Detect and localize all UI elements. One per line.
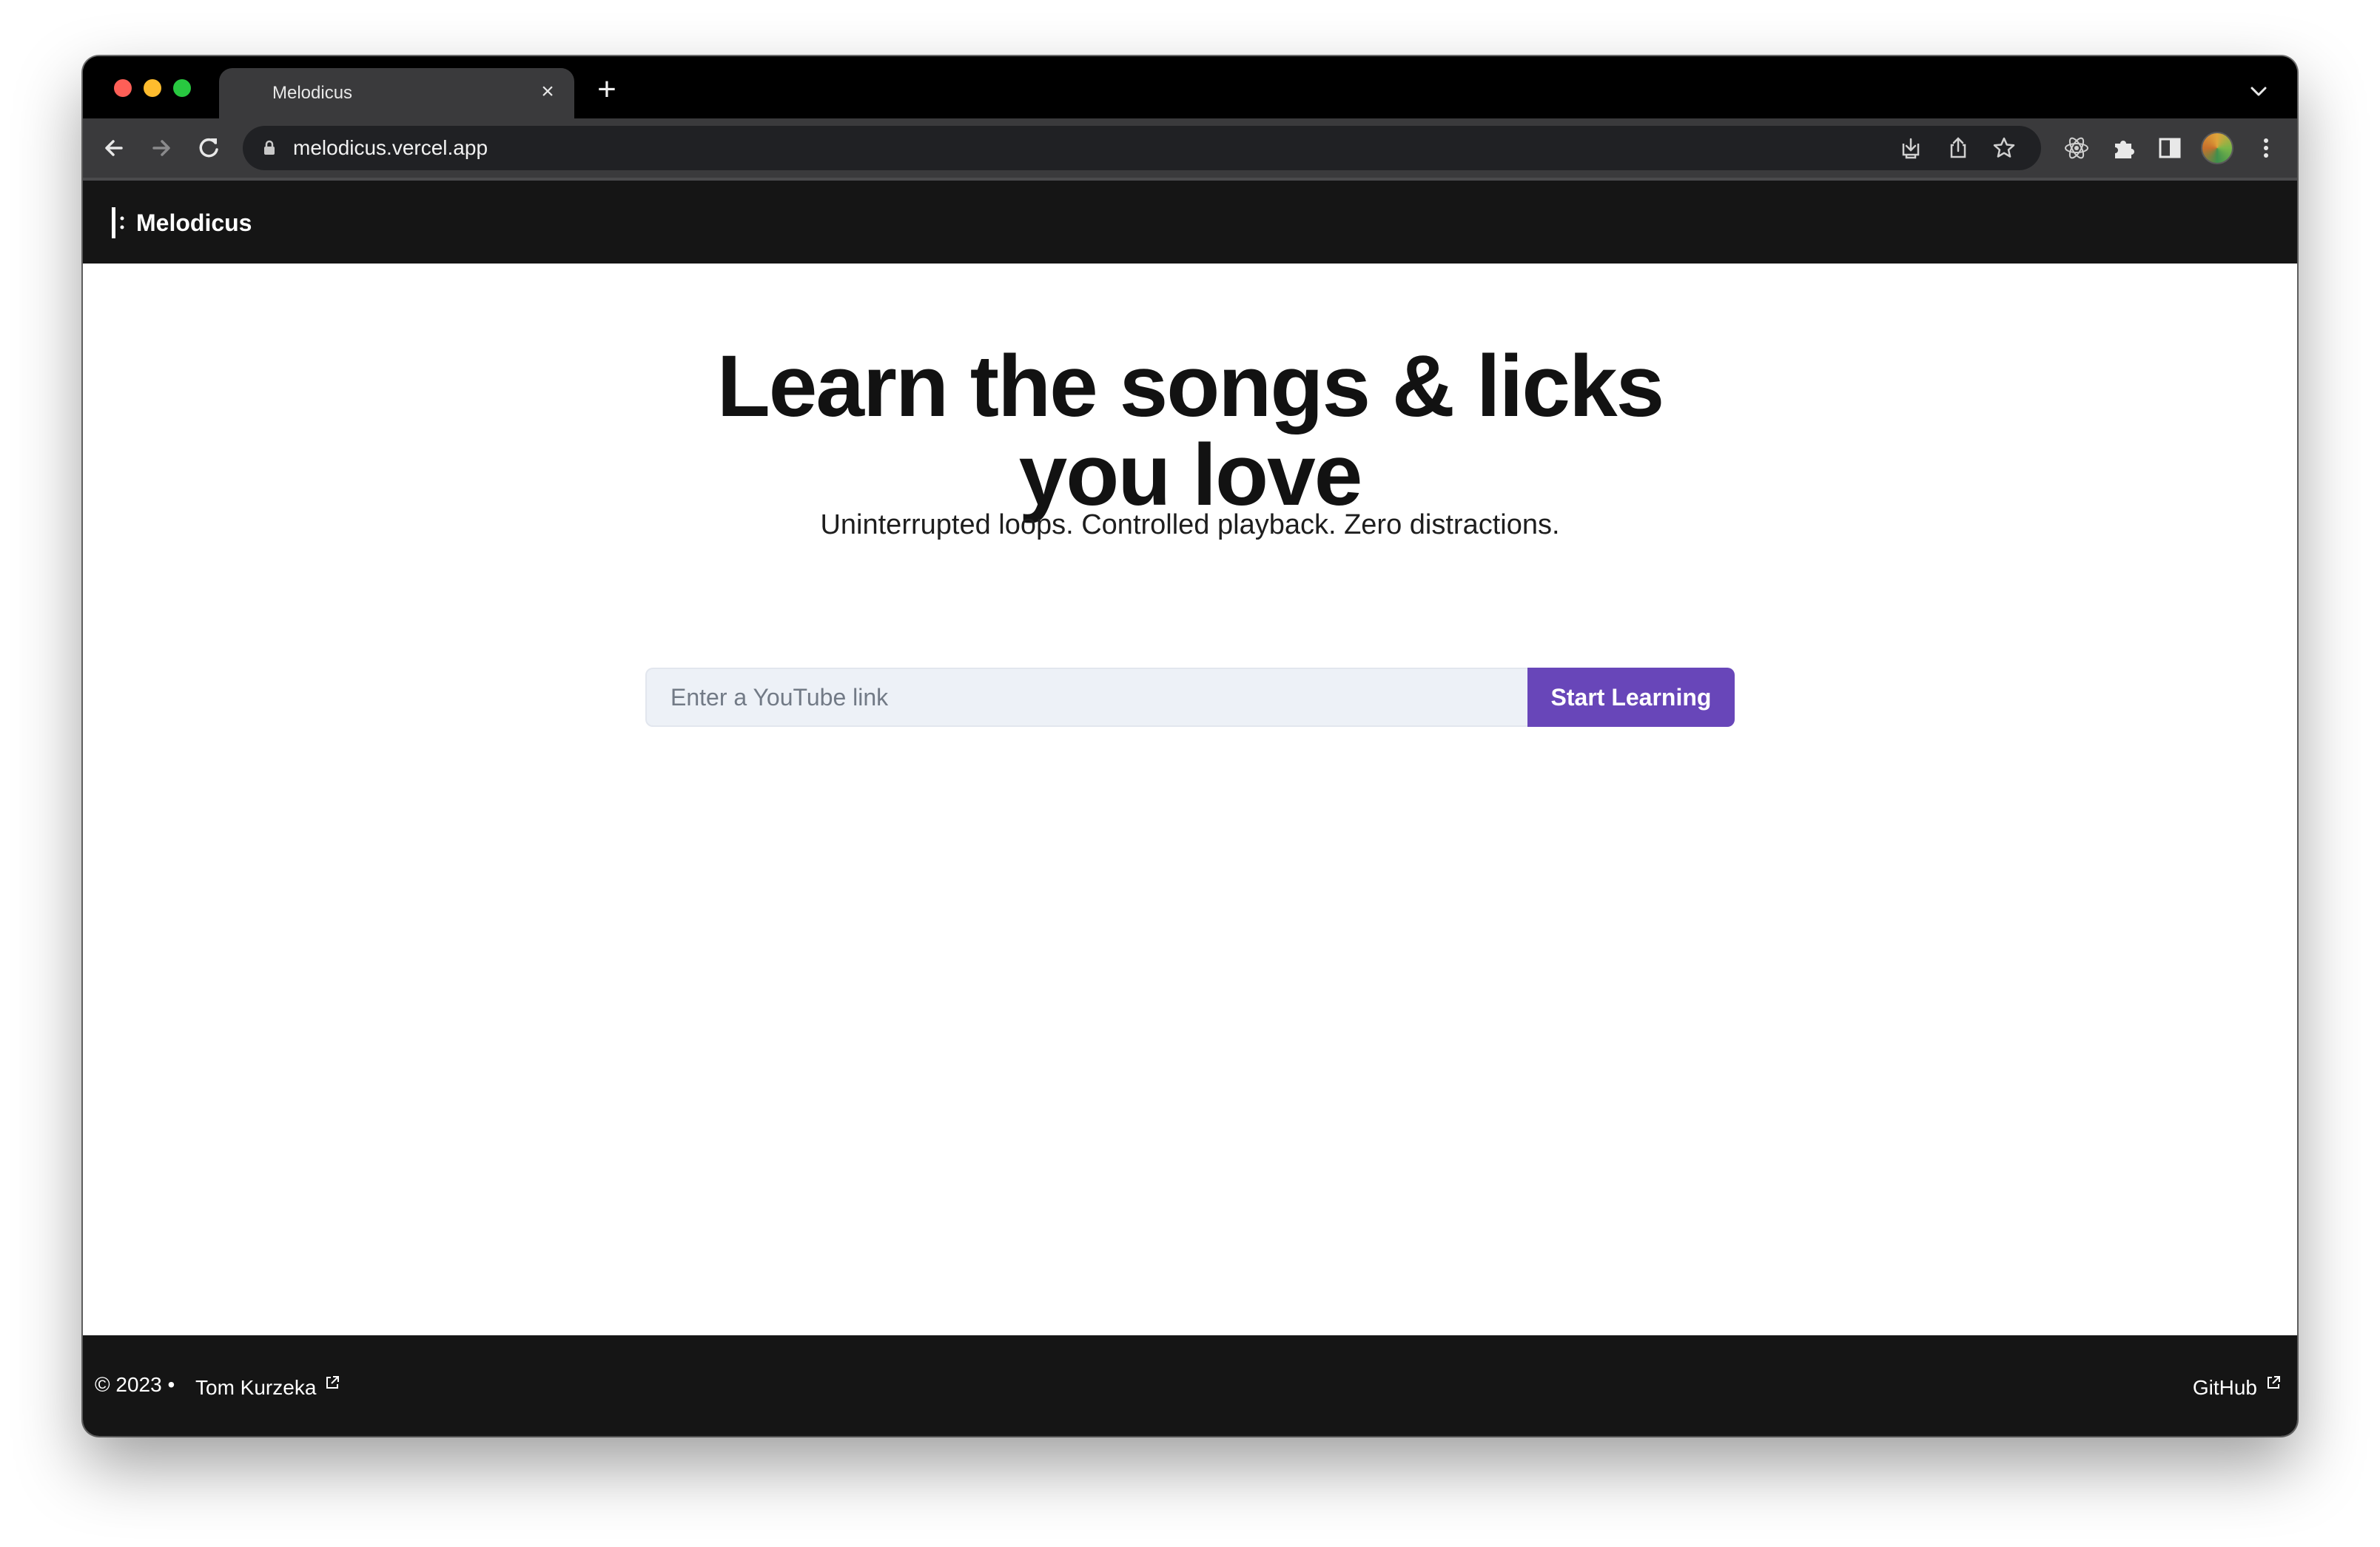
- url-text: melodicus.vercel.app: [293, 136, 488, 159]
- copyright-text: © 2023 •: [95, 1373, 175, 1396]
- melodicus-logo-icon[interactable]: [111, 206, 126, 240]
- author-link[interactable]: Tom Kurzeka: [195, 1372, 341, 1400]
- tab-close-icon[interactable]: ×: [534, 78, 561, 105]
- share-icon[interactable]: [1945, 135, 1971, 161]
- youtube-link-input[interactable]: [645, 668, 1527, 727]
- site-footer: © 2023 • Tom Kurzeka GitHub: [83, 1335, 2297, 1436]
- side-panel-icon[interactable]: [2154, 132, 2186, 164]
- author-link-label: Tom Kurzeka: [195, 1376, 317, 1399]
- tab-title: Melodicus: [272, 83, 353, 103]
- profile-avatar[interactable]: [2201, 132, 2233, 164]
- star-icon[interactable]: [1991, 135, 2017, 161]
- desktop-background: Melodicus × + melodicus.vercel.app Melod…: [0, 0, 2380, 1547]
- arrow-right-icon[interactable]: [145, 132, 178, 164]
- external-link-icon: [2265, 1372, 2282, 1390]
- github-link-label: GitHub: [2192, 1376, 2257, 1399]
- browser-window: Melodicus × + melodicus.vercel.app Melod…: [83, 56, 2297, 1436]
- chevron-down-icon[interactable]: [2244, 77, 2273, 107]
- puzzle-icon[interactable]: [2108, 132, 2140, 164]
- page-viewport: Melodicus Learn the songs & licks you lo…: [83, 181, 2297, 1436]
- react-icon[interactable]: [2060, 132, 2093, 164]
- zoom-window-button[interactable]: [173, 79, 191, 97]
- browser-toolbar: melodicus.vercel.app: [83, 118, 2297, 181]
- hero-subtitle: Uninterrupted loops. Controlled playback…: [820, 509, 1560, 540]
- reload-icon[interactable]: [192, 132, 225, 164]
- brand-name[interactable]: Melodicus: [136, 209, 252, 237]
- github-link[interactable]: GitHub: [2193, 1372, 2282, 1400]
- kebab-menu-icon[interactable]: [2250, 132, 2282, 164]
- site-header: Melodicus: [83, 181, 2297, 264]
- minimize-window-button[interactable]: [144, 79, 161, 97]
- tab-melodicus[interactable]: Melodicus ×: [219, 68, 574, 118]
- lock-icon[interactable]: [259, 138, 280, 158]
- new-tab-button[interactable]: +: [591, 73, 623, 107]
- address-bar[interactable]: melodicus.vercel.app: [243, 126, 2041, 170]
- start-learning-button[interactable]: Start Learning: [1527, 668, 1735, 727]
- youtube-link-form: Start Learning: [645, 668, 1735, 727]
- install-app-icon[interactable]: [1897, 135, 1924, 161]
- external-link-icon: [323, 1372, 341, 1390]
- hero-title: Learn the songs & licks you love: [376, 342, 2004, 520]
- arrow-left-icon[interactable]: [98, 132, 130, 164]
- hero-title-line-1: Learn the songs & licks: [716, 338, 1665, 435]
- close-window-button[interactable]: [114, 79, 132, 97]
- tab-strip: Melodicus × +: [83, 56, 2297, 118]
